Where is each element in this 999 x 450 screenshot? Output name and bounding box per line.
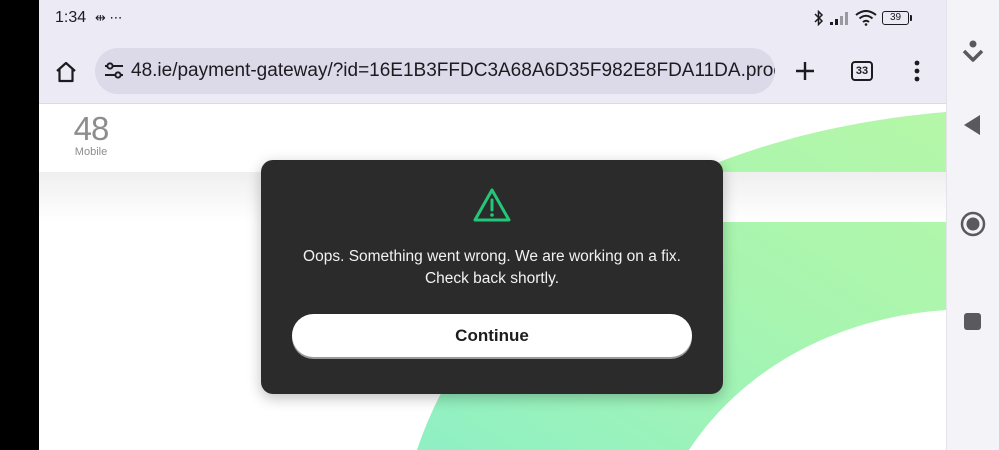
- address-bar[interactable]: 48.ie/payment-gateway/?id=16E1B3FFDC3A68…: [95, 48, 775, 94]
- continue-button[interactable]: Continue: [292, 314, 692, 357]
- logo-subtitle: Mobile: [74, 146, 108, 158]
- signal-icon: [830, 12, 848, 25]
- wifi-icon: [855, 10, 877, 26]
- collapse-icon[interactable]: [962, 40, 984, 64]
- web-page: 48 Mobile Oops. Something went wrong. We…: [39, 104, 946, 450]
- home-icon[interactable]: [960, 211, 986, 237]
- error-message: Oops. Something went wrong. We are worki…: [281, 246, 703, 290]
- brand-logo[interactable]: 48 Mobile: [69, 110, 113, 159]
- url-text[interactable]: 48.ie/payment-gateway/?id=16E1B3FFDC3A68…: [131, 60, 775, 82]
- status-bar: 1:34 ⇹ ⋯ 39: [39, 0, 946, 36]
- warning-icon: [473, 188, 511, 222]
- phone-screen: 1:34 ⇹ ⋯ 39 48.ie/payment-gateway/?id=16…: [39, 0, 946, 450]
- home-icon: [56, 61, 76, 83]
- error-dialog: Oops. Something went wrong. We are worki…: [261, 160, 723, 394]
- left-black-bar: [0, 0, 39, 450]
- status-extra-icons: ⇹ ⋯: [95, 10, 123, 25]
- battery-icon: 39: [882, 11, 912, 25]
- bluetooth-icon: [814, 10, 824, 26]
- tab-switcher-button[interactable]: 33: [851, 61, 873, 81]
- site-settings-icon[interactable]: [103, 60, 125, 82]
- browser-toolbar: 48.ie/payment-gateway/?id=16E1B3FFDC3A68…: [39, 36, 946, 104]
- new-tab-icon: [796, 62, 814, 80]
- status-time: 1:34: [55, 9, 87, 26]
- new-tab-button[interactable]: [791, 56, 819, 86]
- recents-icon[interactable]: [963, 312, 982, 331]
- error-message-line-1: Oops. Something went wrong. We are worki…: [303, 248, 681, 265]
- more-menu-button[interactable]: [905, 56, 929, 86]
- back-icon[interactable]: [962, 114, 982, 136]
- error-message-line-2: Check back shortly.: [424, 270, 560, 287]
- more-menu-icon: [914, 60, 920, 82]
- navigation-rail: [946, 0, 999, 450]
- logo-number: 48: [73, 110, 110, 147]
- home-button[interactable]: [49, 56, 83, 88]
